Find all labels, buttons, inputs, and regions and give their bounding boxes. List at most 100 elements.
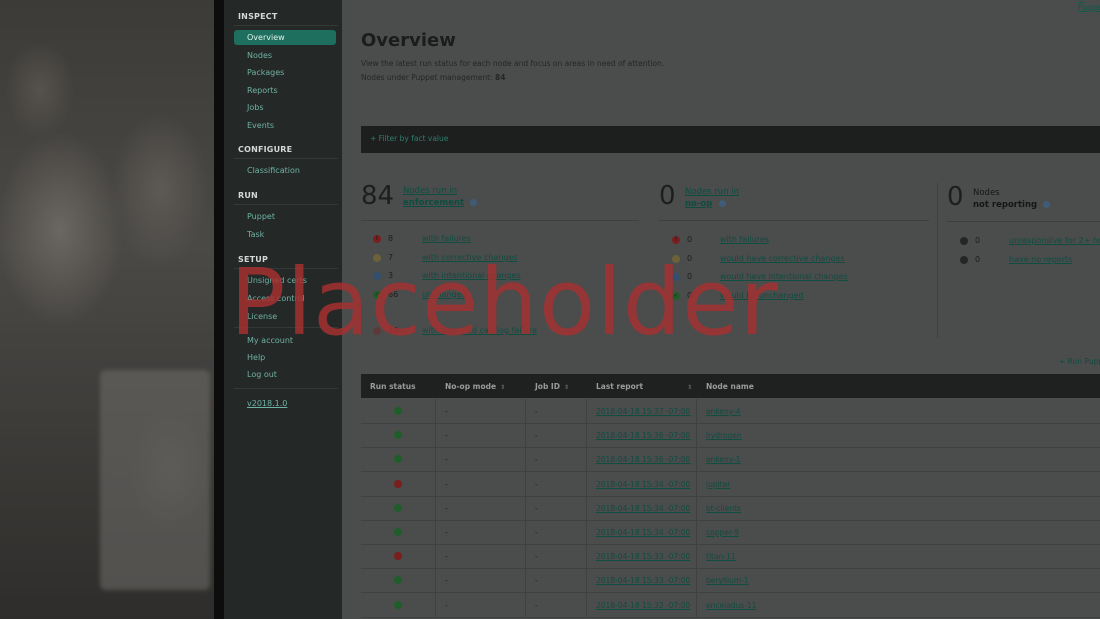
cell-divider — [525, 544, 526, 569]
cell-divider — [696, 568, 697, 593]
cell-divider — [435, 423, 436, 448]
cell-divider — [696, 399, 697, 423]
cell-divider — [525, 592, 526, 617]
table-row[interactable]: - - 2018-04-18 15:33 -07:00 beryllium-1 — [361, 568, 1100, 594]
cell-last-report[interactable]: 2018-04-18 15:33 -07:00 — [596, 552, 690, 561]
cell-divider — [525, 447, 526, 472]
cell-divider — [435, 399, 436, 423]
table-row[interactable]: - - 2018-04-18 15:36 -07:00 hydrogen — [361, 423, 1100, 449]
not-reporting-row-no-reports[interactable]: − 0 have no reports — [960, 255, 1100, 267]
row-label[interactable]: unresponsive for 2+ hou — [1009, 236, 1100, 245]
col-last-report-label: Last report — [596, 382, 644, 391]
cell-divider — [586, 447, 587, 472]
row-label[interactable]: have no reports — [1009, 255, 1072, 264]
cell-noop: - — [445, 407, 448, 416]
col-noop-mode-label: No-op mode — [445, 382, 497, 391]
cell-last-report[interactable]: 2018-04-18 15:36 -07:00 — [596, 431, 690, 440]
row-label[interactable]: with failures — [422, 234, 471, 243]
col-job-id[interactable]: Job ID ⇕ — [535, 382, 569, 391]
filter-bar[interactable]: + Filter by fact value — [361, 126, 1100, 153]
row-label[interactable]: with failures — [720, 235, 769, 244]
top-right-link[interactable]: + Puppet — [1078, 0, 1100, 12]
cell-divider — [525, 471, 526, 496]
version-link[interactable]: v2018.1.0 — [234, 396, 336, 411]
cell-node-name[interactable]: copper-9 — [706, 528, 739, 537]
not-reporting-row-unresponsive[interactable]: − 0 unresponsive for 2+ hou — [960, 236, 1100, 248]
cell-noop: - — [445, 600, 448, 610]
col-node-name[interactable]: Node name — [706, 382, 754, 391]
sidebar-item-task[interactable]: Task — [234, 227, 336, 242]
table-row[interactable]: - - 2018-04-18 15:33 -07:00 titan-11 — [361, 544, 1100, 570]
cell-last-report[interactable]: 2018-04-18 15:32 -07:00 — [596, 601, 690, 610]
cell-divider — [586, 568, 587, 593]
placeholder-watermark: Placeholder — [230, 249, 779, 356]
minus-icon: − — [960, 237, 968, 245]
nodes-under-management: Nodes under Puppet management: 84 — [361, 73, 505, 82]
cell-divider — [586, 520, 587, 544]
noop-count: 0 — [659, 181, 676, 211]
cell-last-report[interactable]: 2018-04-18 15:33 -07:00 — [596, 576, 690, 585]
table-row[interactable]: - - 2018-04-18 15:34 -07:00 copper-9 — [361, 520, 1100, 545]
help-icon[interactable] — [470, 199, 477, 206]
run-puppet-link[interactable]: + Run Puppe — [1059, 357, 1100, 366]
sidebar-item-events[interactable]: Events — [234, 118, 336, 133]
sidebar-item-overview[interactable]: Overview — [234, 30, 336, 45]
sidebar-item-jobs[interactable]: Jobs — [234, 100, 336, 115]
cell-last-report[interactable]: 2018-04-18 15:34 -07:00 — [596, 480, 690, 489]
cell-job-id: - — [535, 576, 538, 586]
cell-node-name[interactable]: jupiter — [706, 480, 730, 489]
cell-noop: - — [445, 576, 448, 586]
minus-icon: − — [960, 256, 968, 264]
sidebar-item-puppet[interactable]: Puppet — [234, 209, 336, 224]
cell-node-name[interactable]: enceladus-11 — [706, 601, 756, 610]
col-last-report[interactable]: Last report ⇕ — [596, 382, 692, 391]
cell-last-report[interactable]: 2018-04-18 15:37 -07:00 — [596, 407, 690, 416]
failure-status-icon — [394, 479, 402, 488]
cell-last-report[interactable]: 2018-04-18 15:34 -07:00 — [596, 528, 690, 537]
cell-node-name[interactable]: bt-clients — [706, 504, 741, 513]
cell-divider — [696, 520, 697, 544]
table-row[interactable]: - - 2018-04-18 15:36 -07:00 ankeny-1 — [361, 447, 1100, 473]
cell-divider — [525, 399, 526, 423]
col-noop-mode[interactable]: No-op mode ⇕ — [445, 382, 505, 391]
noop-heading[interactable]: Nodes run in no-op — [685, 186, 739, 210]
cell-last-report[interactable]: 2018-04-18 15:36 -07:00 — [596, 455, 690, 464]
sidebar-item-packages[interactable]: Packages — [234, 65, 336, 80]
table-row[interactable]: - - 2018-04-18 15:37 -07:00 ankeny-4 — [361, 399, 1100, 424]
success-status-icon — [394, 576, 402, 585]
cell-divider — [586, 471, 587, 496]
sidebar-item-reports[interactable]: Reports — [234, 83, 336, 98]
noop-row-failures[interactable]: ! 0 with failures — [672, 235, 912, 247]
cell-node-name[interactable]: hydrogen — [706, 431, 742, 440]
help-icon[interactable] — [719, 200, 726, 207]
enforcement-heading[interactable]: Nodes run in enforcement — [403, 185, 464, 209]
filter-by-fact-link[interactable]: + Filter by fact value — [370, 134, 448, 143]
col-run-status[interactable]: Run status — [370, 382, 416, 391]
not-reporting-heading: Nodes not reporting — [973, 187, 1037, 211]
help-icon[interactable] — [1043, 201, 1050, 208]
row-count: 8 — [388, 234, 394, 243]
success-status-icon — [394, 407, 402, 415]
cell-node-name[interactable]: beryllium-1 — [706, 576, 749, 585]
cell-divider — [435, 544, 436, 569]
table-row[interactable]: - - 2018-04-18 15:32 -07:00 enceladus-11 — [361, 592, 1100, 618]
cell-node-name[interactable]: ankeny-1 — [706, 455, 741, 464]
cell-node-name[interactable]: titan-11 — [706, 552, 736, 561]
failure-icon: ! — [373, 235, 381, 243]
table-header: Run status No-op mode ⇕ Job ID ⇕ Last repo… — [361, 374, 1100, 398]
cell-job-id: - — [535, 600, 538, 610]
not-reporting-count: 0 — [947, 182, 964, 212]
cell-divider — [435, 592, 436, 617]
success-status-icon — [394, 503, 402, 512]
sidebar-item-log-out[interactable]: Log out — [234, 367, 336, 382]
cell-divider — [435, 520, 436, 544]
enforcement-row-failures[interactable]: ! 8 with failures — [373, 234, 613, 246]
sidebar-item-nodes[interactable]: Nodes — [234, 48, 336, 63]
sidebar-item-classification[interactable]: Classification — [234, 163, 336, 178]
enforcement-count: 84 — [361, 181, 395, 211]
cell-node-name[interactable]: ankeny-4 — [706, 407, 741, 416]
table-row[interactable]: - - 2018-04-18 15:34 -07:00 jupiter — [361, 471, 1100, 497]
table-row[interactable]: - - 2018-04-18 15:34 -07:00 bt-clients — [361, 495, 1100, 521]
cell-last-report[interactable]: 2018-04-18 15:34 -07:00 — [596, 504, 690, 513]
sidebar-divider — [234, 158, 338, 159]
